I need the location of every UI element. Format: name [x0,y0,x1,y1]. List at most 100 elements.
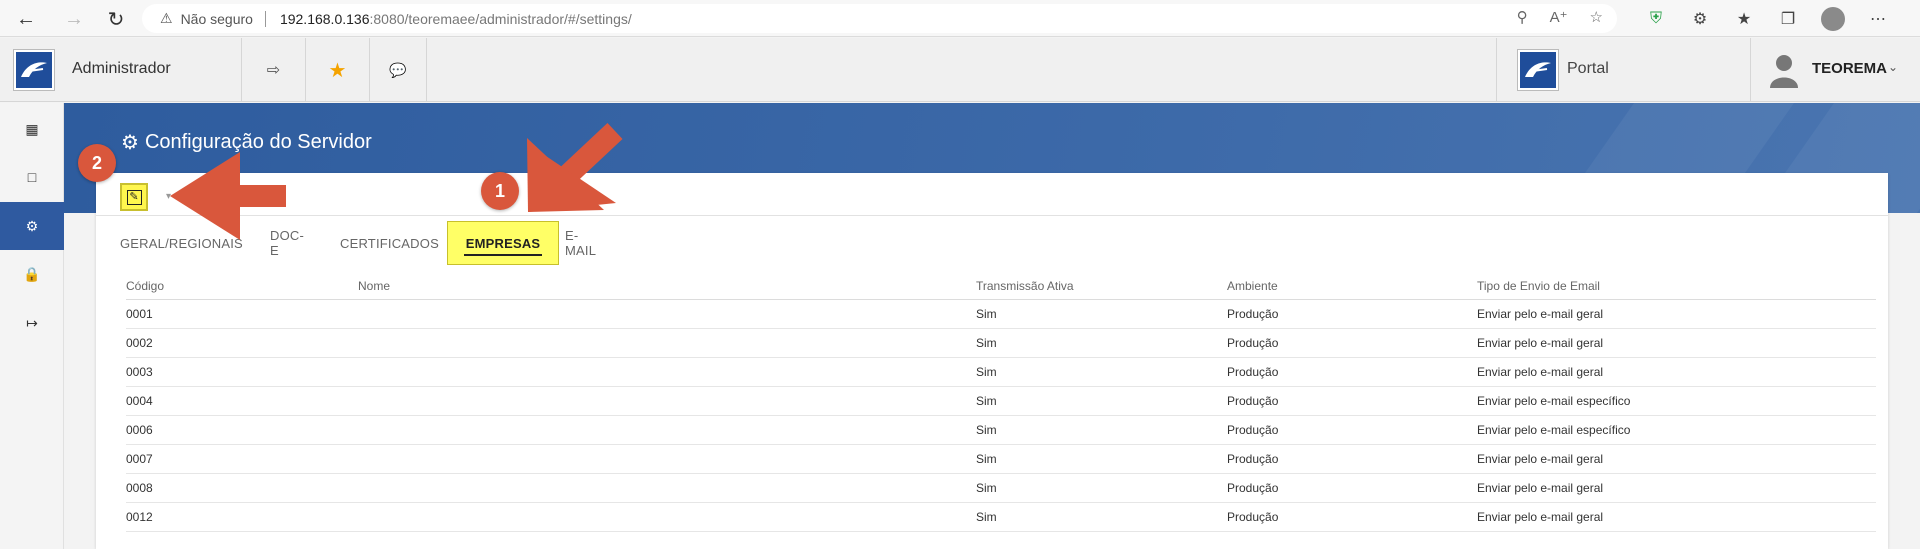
puzzle-icon[interactable]: ⚙ [1689,8,1711,30]
lock-icon: 🔒 [23,265,41,282]
app-logo[interactable] [14,50,54,90]
cell-transmission: Sim [976,473,1227,503]
cell-environment: Produção [1227,357,1477,387]
chevron-down-icon[interactable]: ⌄ [1888,60,1898,74]
annotation-badge-1: 1 [481,172,519,210]
cell-environment: Produção [1227,415,1477,445]
page-title: ⚙ Configuração do Servidor [121,130,372,155]
sidebar-item-dashboard[interactable]: ▦ [0,105,64,153]
cell-transmission: Sim [976,415,1227,445]
table-row[interactable]: 0007 Sim Produção Enviar pelo e-mail geral [126,444,1876,474]
table-row[interactable]: 0004 Sim Produção Enviar pelo e-mail especí… [126,386,1876,416]
browser-toolbar: ← → ↻ ⚠ Não seguro 192.168.0.136:8080/te… [0,0,1920,37]
logout-icon: ↦ [26,314,38,331]
cell-transmission: Sim [976,502,1227,532]
collections-icon[interactable]: ❐ [1777,8,1799,30]
column-header[interactable]: Ambiente [1227,273,1477,300]
cell-environment: Produção [1227,299,1477,329]
cell-name [358,386,976,416]
chevron-down-icon[interactable]: ▾ [166,191,171,202]
cell-email-type: Enviar pelo e-mail geral [1477,473,1876,503]
tab-doc-e[interactable]: DOC-E [270,221,304,265]
column-header[interactable]: Tipo de Envio de Email [1477,273,1876,300]
annotation-badge-2: 2 [78,144,116,182]
favorites-icon[interactable]: ★ [1733,8,1755,30]
portal-logo [1518,50,1558,90]
cell-code: 0003 [126,357,358,387]
cell-email-type: Enviar pelo e-mail específico [1477,415,1876,445]
back-icon[interactable]: ← [12,5,40,33]
cell-email-type: Enviar pelo e-mail geral [1477,357,1876,387]
security-label: Não seguro [180,10,253,27]
extensions-bar: ⛨ ⚙ ★ ❐ ⋯ [1645,7,1889,31]
cell-email-type: Enviar pelo e-mail específico [1477,386,1876,416]
dashboard-icon: ▦ [25,120,39,137]
address-separator [264,10,266,27]
tab-empresas-label: EMPRESAS [465,235,541,251]
url-path: :8080/teoremaee/administrador/#/settings… [369,10,632,27]
cell-code: 0007 [126,444,358,474]
table-row[interactable]: 0002 Sim Produção Enviar pelo e-mail geral [126,328,1876,358]
forward-icon[interactable]: → [60,5,88,33]
table-row[interactable]: 0003 Sim Produção Enviar pelo e-mail geral [126,357,1876,387]
settings-card: ✎ ▾ GERAL/REGIONAIS DOC-E CERTIFICADOS E… [96,173,1888,549]
cell-name [358,415,976,445]
cell-email-type: Enviar pelo e-mail geral [1477,502,1876,532]
cell-environment: Produção [1227,444,1477,474]
table-row[interactable]: 0001 Sim Produção Enviar pelo e-mail geral [126,299,1876,329]
user-avatar-icon [1770,55,1798,88]
cell-name [358,357,976,387]
address-actions: ⚲ A⁺ ☆ [1517,8,1603,26]
sidebar-item-messages[interactable]: □ [0,153,64,201]
cell-transmission: Sim [976,444,1227,474]
column-header[interactable]: Nome [358,273,976,300]
cell-code: 0008 [126,473,358,503]
companies-table: Código Nome Transmissão Ativa Ambiente T… [126,273,1876,532]
toggle-menu-button[interactable]: ⇨ [241,38,305,102]
messages-button[interactable]: 💬 [369,38,427,102]
warning-icon: ⚠ [160,10,173,26]
tab-empresas[interactable]: EMPRESAS [447,221,559,265]
edit-button[interactable]: ✎ [120,183,148,211]
table-row[interactable]: 0006 Sim Produção Enviar pelo e-mail especí… [126,415,1876,445]
cell-code: 0006 [126,415,358,445]
read-aloud-icon[interactable]: A⁺ [1550,8,1568,26]
reload-icon[interactable]: ↻ [102,5,130,33]
tab-certificados[interactable]: CERTIFICADOS [340,221,439,265]
gear-icon: ⚙ [25,217,39,234]
column-header[interactable]: Código [126,273,358,300]
favorite-add-icon[interactable]: ☆ [1590,8,1603,26]
app-title: Administrador [72,60,171,77]
sidebar-item-settings[interactable]: ⚙ [0,202,64,250]
cell-code: 0001 [126,299,358,329]
edit-icon: ✎ [126,189,142,205]
sidebar-item-logout[interactable]: ↦ [0,299,64,347]
table-row[interactable]: 0008 Sim Produção Enviar pelo e-mail geral [126,473,1876,503]
page-title-text: Configuração do Servidor [144,131,372,153]
profile-avatar[interactable] [1821,7,1845,31]
cell-environment: Produção [1227,473,1477,503]
cell-environment: Produção [1227,386,1477,416]
cell-name [358,502,976,532]
more-icon[interactable]: ⋯ [1867,8,1889,30]
tab-geral-regionais[interactable]: GERAL/REGIONAIS [120,221,243,265]
favorites-button[interactable]: ★ [305,38,369,102]
cell-code: 0002 [126,328,358,358]
cell-email-type: Enviar pelo e-mail geral [1477,328,1876,358]
indent-icon: ⇨ [266,62,281,79]
tab-e-mail[interactable]: E-MAIL [565,221,596,265]
gear-icon: ⚙ [121,132,139,154]
shield-icon[interactable]: ⛨ [1645,8,1667,30]
active-tab-indicator [464,254,542,256]
cell-environment: Produção [1227,502,1477,532]
cell-name [358,328,976,358]
cell-environment: Produção [1227,328,1477,358]
key-icon[interactable]: ⚲ [1517,8,1528,26]
column-header[interactable]: Transmissão Ativa [976,273,1227,300]
cell-name [358,444,976,474]
table-row[interactable]: 0012 Sim Produção Enviar pelo e-mail geral [126,502,1876,532]
app-header: Administrador ⇨ ★ 💬 Portal TEOREMA ⌄ [0,38,1920,102]
cell-name [358,473,976,503]
sidebar-item-security[interactable]: 🔒 [0,250,64,298]
address-bar[interactable]: ⚠ Não seguro 192.168.0.136:8080/teoremae… [142,4,1617,33]
